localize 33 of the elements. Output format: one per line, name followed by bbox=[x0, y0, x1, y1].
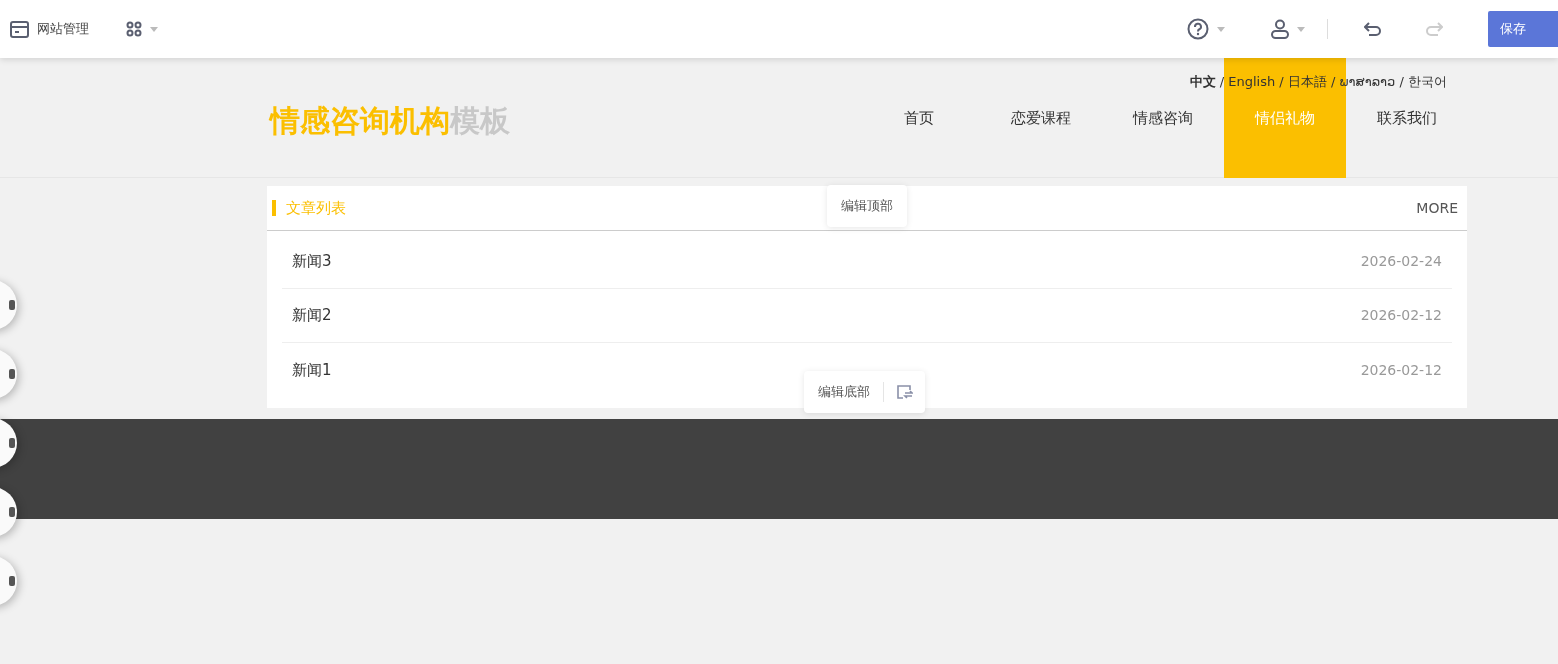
language-link[interactable]: 한국어 bbox=[1408, 74, 1447, 89]
separator: / bbox=[1219, 74, 1225, 89]
undo-icon[interactable] bbox=[1364, 22, 1382, 36]
language-link[interactable]: 日本語 bbox=[1287, 74, 1327, 89]
edit-footer-button[interactable]: 编辑底部 bbox=[818, 382, 870, 402]
article-date: 2026-02-24 bbox=[1360, 252, 1442, 271]
grid-icon[interactable] bbox=[126, 21, 142, 37]
separator: / bbox=[1279, 74, 1284, 89]
article-date: 2026-02-12 bbox=[1360, 360, 1442, 380]
nav-item[interactable]: 恋爱课程 bbox=[980, 93, 1102, 178]
section-title: 文章列表 bbox=[286, 197, 346, 219]
more-link[interactable]: MORE bbox=[1416, 197, 1458, 219]
separator: / bbox=[1331, 74, 1336, 89]
caret-icon bbox=[1217, 26, 1225, 32]
help-icon[interactable] bbox=[1187, 18, 1209, 40]
nav-item[interactable]: 首页 bbox=[858, 93, 980, 178]
user-icon[interactable] bbox=[1271, 19, 1289, 39]
article-link[interactable]: 新闻1 bbox=[292, 358, 332, 382]
site-manage-link[interactable]: 网站管理 bbox=[37, 19, 89, 39]
article-link[interactable]: 新闻2 bbox=[292, 304, 332, 327]
website-icon[interactable] bbox=[10, 20, 29, 38]
language-link[interactable]: English bbox=[1228, 74, 1276, 89]
nav-item[interactable]: 联系我们 bbox=[1346, 93, 1468, 178]
caret-icon bbox=[150, 26, 158, 32]
nav-item[interactable]: 情感咨询 bbox=[1102, 93, 1224, 178]
language-link[interactable]: 中文 bbox=[1189, 74, 1216, 89]
save-button[interactable]: 保存 bbox=[1488, 11, 1558, 47]
article-date: 2026-02-12 bbox=[1360, 306, 1442, 325]
article-link[interactable]: 新闻3 bbox=[292, 250, 332, 273]
swap-icon[interactable] bbox=[897, 384, 913, 400]
edit-header-button[interactable]: 编辑顶部 bbox=[827, 185, 907, 227]
caret-icon bbox=[1297, 26, 1305, 32]
separator: / bbox=[1399, 74, 1404, 89]
